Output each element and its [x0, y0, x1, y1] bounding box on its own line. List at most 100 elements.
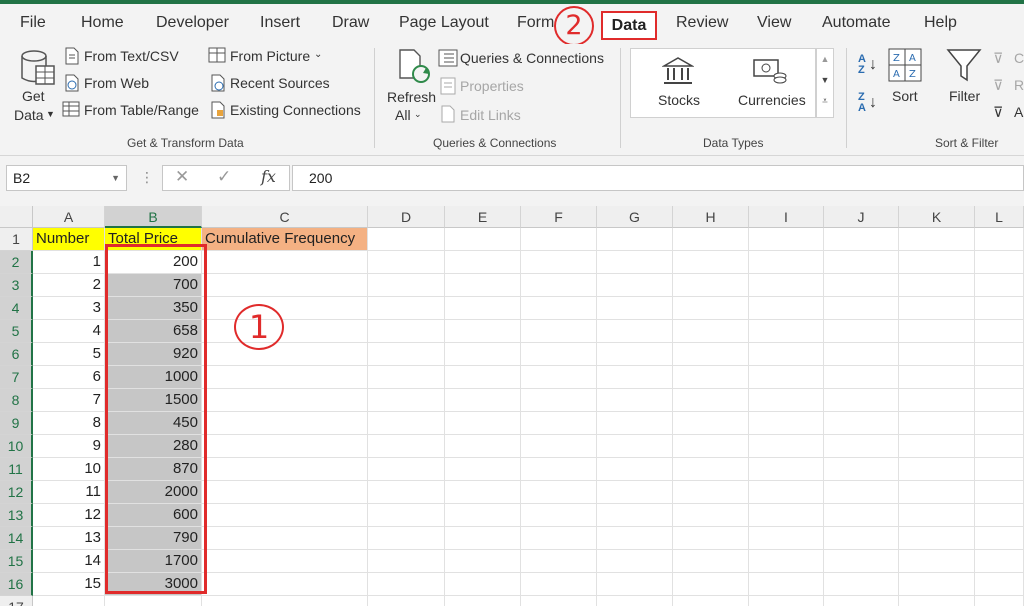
cell[interactable]	[899, 458, 975, 481]
row-header-14[interactable]: 14	[0, 527, 33, 550]
cell[interactable]	[521, 320, 597, 343]
header-cumulative-frequency[interactable]: Cumulative Frequency	[202, 228, 368, 251]
cell[interactable]	[749, 297, 824, 320]
cell[interactable]	[445, 527, 521, 550]
cell[interactable]	[445, 573, 521, 596]
cell[interactable]	[521, 596, 597, 606]
cell[interactable]	[673, 481, 749, 504]
cell[interactable]	[824, 297, 899, 320]
cell[interactable]	[202, 366, 368, 389]
column-header-d[interactable]: D	[368, 206, 445, 228]
advanced-filter-icon[interactable]: ⊽	[993, 104, 1003, 121]
row-header-4[interactable]: 4	[0, 297, 33, 320]
cell[interactable]	[105, 596, 202, 606]
cell[interactable]	[445, 596, 521, 606]
cell[interactable]	[445, 504, 521, 527]
cell[interactable]	[368, 343, 445, 366]
cell[interactable]	[521, 573, 597, 596]
cell[interactable]	[597, 550, 673, 573]
cell[interactable]	[899, 550, 975, 573]
cell[interactable]	[521, 228, 597, 251]
cell[interactable]	[445, 251, 521, 274]
cell[interactable]	[445, 412, 521, 435]
cell[interactable]	[521, 412, 597, 435]
cell[interactable]	[749, 320, 824, 343]
cell[interactable]	[824, 389, 899, 412]
cell[interactable]	[899, 412, 975, 435]
cell[interactable]	[597, 274, 673, 297]
cell[interactable]	[975, 297, 1024, 320]
insert-function-icon[interactable]: fx	[261, 167, 276, 186]
cell[interactable]	[368, 320, 445, 343]
cell[interactable]	[368, 366, 445, 389]
cell[interactable]	[445, 435, 521, 458]
column-header-f[interactable]: F	[521, 206, 597, 228]
row-header-12[interactable]: 12	[0, 481, 33, 504]
cell[interactable]	[673, 274, 749, 297]
cell[interactable]	[899, 228, 975, 251]
cell[interactable]	[899, 320, 975, 343]
number-cell[interactable]: 4	[33, 320, 105, 343]
cell[interactable]	[824, 435, 899, 458]
cell[interactable]	[202, 481, 368, 504]
number-cell[interactable]: 15	[33, 573, 105, 596]
cell[interactable]	[445, 297, 521, 320]
cell[interactable]	[749, 550, 824, 573]
reapply-button[interactable]: R	[1014, 77, 1024, 93]
cell[interactable]	[521, 251, 597, 274]
cell[interactable]	[202, 458, 368, 481]
cell[interactable]	[899, 389, 975, 412]
tab-review[interactable]: Review	[676, 14, 728, 32]
cell[interactable]	[673, 527, 749, 550]
cell[interactable]	[899, 573, 975, 596]
cell[interactable]	[202, 343, 368, 366]
row-header-2[interactable]: 2	[0, 251, 33, 274]
number-cell[interactable]: 7	[33, 389, 105, 412]
column-header-g[interactable]: G	[597, 206, 673, 228]
cell[interactable]	[673, 435, 749, 458]
existing-connections-button[interactable]: Existing Connections	[230, 102, 361, 118]
number-cell[interactable]: 8	[33, 412, 105, 435]
clear-filter-icon[interactable]: ⊽	[993, 50, 1003, 67]
cell[interactable]	[597, 435, 673, 458]
header-number[interactable]: Number	[33, 228, 105, 251]
cell[interactable]	[445, 366, 521, 389]
column-header-k[interactable]: K	[899, 206, 975, 228]
cell[interactable]	[521, 435, 597, 458]
cell[interactable]	[597, 297, 673, 320]
cell[interactable]	[749, 458, 824, 481]
cell[interactable]	[824, 228, 899, 251]
cell[interactable]	[673, 412, 749, 435]
cell[interactable]	[445, 458, 521, 481]
cell[interactable]	[202, 251, 368, 274]
cell[interactable]	[975, 366, 1024, 389]
number-cell[interactable]: 1	[33, 251, 105, 274]
advanced-button[interactable]: A	[1014, 104, 1023, 120]
cell[interactable]	[202, 527, 368, 550]
cell[interactable]	[975, 504, 1024, 527]
number-cell[interactable]: 10	[33, 458, 105, 481]
number-cell[interactable]: 11	[33, 481, 105, 504]
cell[interactable]	[521, 550, 597, 573]
cell[interactable]	[673, 458, 749, 481]
cell[interactable]	[749, 343, 824, 366]
clear-filter-button[interactable]: Cl	[1014, 50, 1024, 66]
cell[interactable]	[368, 573, 445, 596]
cell[interactable]	[975, 458, 1024, 481]
cell[interactable]	[202, 389, 368, 412]
currencies-button[interactable]: Currencies	[738, 92, 806, 108]
cell[interactable]	[673, 573, 749, 596]
cell[interactable]	[899, 366, 975, 389]
edit-links-button[interactable]: Edit Links	[460, 107, 521, 123]
cell[interactable]	[445, 228, 521, 251]
cell[interactable]	[597, 573, 673, 596]
chevron-up-icon[interactable]: ▲	[817, 49, 833, 69]
cell[interactable]	[975, 527, 1024, 550]
cell[interactable]	[521, 274, 597, 297]
cell[interactable]	[445, 274, 521, 297]
cell[interactable]	[597, 504, 673, 527]
cell[interactable]	[673, 550, 749, 573]
cell[interactable]	[597, 458, 673, 481]
cell[interactable]	[673, 343, 749, 366]
cell[interactable]	[899, 343, 975, 366]
